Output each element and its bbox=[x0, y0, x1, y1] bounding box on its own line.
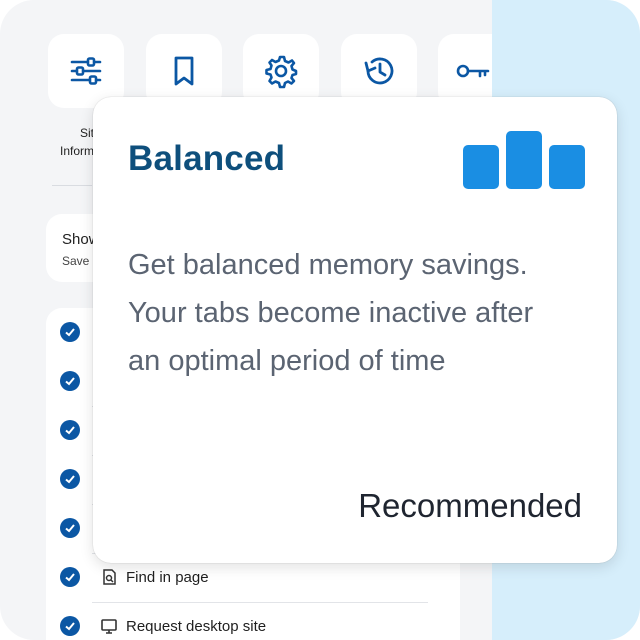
check-icon bbox=[65, 475, 75, 484]
find-in-page-icon bbox=[103, 569, 116, 585]
menu-item-label: Find in page bbox=[126, 568, 209, 586]
bookmark-icon bbox=[174, 56, 194, 86]
check-icon bbox=[65, 573, 75, 582]
check-icon bbox=[65, 622, 75, 631]
balanced-option-card[interactable]: Balanced Get balanced memory savings. Yo… bbox=[93, 97, 617, 563]
history-icon bbox=[364, 57, 394, 85]
check-icon bbox=[65, 426, 75, 435]
check-icon bbox=[65, 524, 75, 533]
gear-icon bbox=[265, 55, 298, 89]
popup-title: Balanced bbox=[128, 139, 286, 178]
checkbox[interactable] bbox=[60, 420, 80, 440]
checkbox[interactable] bbox=[60, 469, 80, 489]
app-frame: Sit Inform Show Save Find in page Reques… bbox=[0, 0, 640, 640]
key-icon bbox=[456, 64, 490, 78]
desktop-icon bbox=[101, 619, 117, 634]
menu-item-find-in-page[interactable]: Find in page bbox=[100, 566, 209, 588]
checkbox[interactable] bbox=[60, 322, 80, 342]
settings-card-subtitle: Save bbox=[62, 254, 90, 268]
check-icon bbox=[65, 377, 75, 386]
popup-description: Get balanced memory savings. Your tabs b… bbox=[128, 249, 534, 377]
balanced-bars-icon bbox=[463, 131, 585, 189]
menu-item-request-desktop-site[interactable]: Request desktop site bbox=[100, 615, 266, 637]
sliders-icon bbox=[70, 57, 102, 85]
checkbox-request-desktop-site[interactable] bbox=[60, 616, 80, 636]
divider bbox=[52, 185, 92, 186]
checkbox-find-in-page[interactable] bbox=[60, 567, 80, 587]
recommended-label: Recommended bbox=[358, 487, 582, 524]
check-icon bbox=[65, 328, 75, 337]
checkbox[interactable] bbox=[60, 371, 80, 391]
checkbox[interactable] bbox=[60, 518, 80, 538]
shortcut-label: Sit Inform bbox=[59, 126, 94, 158]
row-divider bbox=[92, 602, 428, 603]
menu-item-label: Request desktop site bbox=[126, 617, 267, 635]
